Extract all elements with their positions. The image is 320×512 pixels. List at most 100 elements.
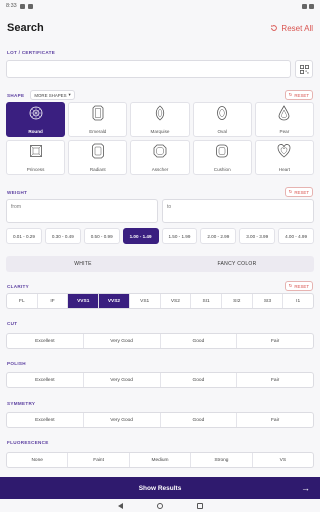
white-toggle[interactable]: WHITE: [6, 256, 160, 272]
clarity-option-fl[interactable]: FL: [7, 294, 38, 308]
weight-range-chip[interactable]: 1.50 - 1.99: [161, 228, 198, 244]
shape-option-radiant[interactable]: Radiant: [68, 140, 128, 175]
cut-section-header: CUT: [7, 321, 313, 326]
symmetry-option-fair[interactable]: Fair: [237, 413, 313, 427]
weight-to-placeholder: to: [167, 204, 172, 210]
clarity-reset-button[interactable]: ↻ RESET: [284, 281, 313, 291]
asscher-shape-icon: [153, 143, 167, 164]
oval-shape-icon: [215, 105, 229, 126]
weight-range-chip[interactable]: 4.00 - 4.99: [278, 228, 314, 244]
clarity-option-si2[interactable]: SI2: [222, 294, 253, 308]
battery-icon: [309, 3, 314, 9]
shape-option-label: Cushion: [213, 167, 231, 172]
fluorescence-option-none[interactable]: None: [7, 453, 69, 467]
fluorescence-option-faint[interactable]: Faint: [68, 453, 130, 467]
cut-option-very-good[interactable]: Very Good: [84, 334, 161, 348]
symmetry-option-excellent[interactable]: Excellent: [7, 413, 84, 427]
cushion-shape-icon: [215, 143, 229, 164]
clarity-option-vvs2[interactable]: VVS2: [99, 294, 130, 308]
clarity-option-vs2[interactable]: VS2: [161, 294, 192, 308]
heart-shape-icon: [277, 143, 291, 164]
system-nav-bar: [0, 499, 320, 512]
weight-inputs: from to: [6, 199, 314, 223]
shape-option-label: Marquise: [150, 129, 170, 134]
weight-from-placeholder: from: [11, 204, 21, 210]
clarity-option-vs1[interactable]: VS1: [130, 294, 161, 308]
symmetry-label: SYMMETRY: [7, 401, 36, 406]
more-shapes-label: MORE SHAPES: [34, 92, 67, 98]
shape-option-label: Asscher: [151, 167, 169, 172]
polish-label: POLISH: [7, 361, 26, 366]
clarity-section-header: CLARITY ↻ RESET: [7, 281, 313, 291]
clarity-options: FL IF VVS1 VVS2 VS1 VS2 SI1 SI2 SI3 I1: [6, 293, 314, 309]
fluorescence-label: FLUORESCENCE: [7, 440, 49, 445]
polish-option-excellent[interactable]: Excellent: [7, 373, 84, 387]
shape-option-princess[interactable]: Princess: [6, 140, 66, 175]
weight-reset-label: RESET: [294, 189, 309, 195]
cut-label: CUT: [7, 321, 18, 326]
clarity-option-vvs1[interactable]: VVS1: [68, 294, 100, 308]
lot-certificate-input[interactable]: [6, 60, 291, 78]
clarity-option-si1[interactable]: SI1: [191, 294, 222, 308]
qr-scan-button[interactable]: [295, 60, 313, 78]
shape-option-label: Pear: [279, 129, 290, 134]
fluorescence-option-vs[interactable]: VS: [253, 453, 313, 467]
shape-option-heart[interactable]: Heart: [254, 140, 314, 175]
weight-range-chip[interactable]: 3.00 - 3.99: [239, 228, 276, 244]
clarity-option-i1[interactable]: I1: [283, 294, 313, 308]
polish-option-very-good[interactable]: Very Good: [84, 373, 161, 387]
shape-option-emerald[interactable]: Emerald: [68, 102, 128, 137]
home-nav-icon[interactable]: [156, 502, 163, 509]
cut-options: Excellent Very Good Good Fair: [6, 333, 314, 349]
pear-shape-icon: [277, 105, 291, 126]
shape-option-asscher[interactable]: Asscher: [130, 140, 190, 175]
weight-reset-button[interactable]: ↻ RESET: [284, 187, 313, 197]
polish-option-fair[interactable]: Fair: [237, 373, 313, 387]
cut-option-excellent[interactable]: Excellent: [7, 334, 84, 348]
weight-to-input[interactable]: to: [162, 199, 314, 223]
clarity-option-si3[interactable]: SI3: [253, 294, 284, 308]
shape-option-oval[interactable]: Oval: [192, 102, 252, 137]
more-shapes-dropdown[interactable]: MORE SHAPES ▾: [30, 90, 75, 100]
status-bar: 8:33: [0, 0, 320, 12]
back-nav-icon[interactable]: [117, 502, 123, 509]
shape-section-header: SHAPE MORE SHAPES ▾ ↻ RESET: [7, 90, 313, 100]
color-type-toggle: WHITE FANCY COLOR: [6, 256, 314, 272]
polish-option-good[interactable]: Good: [161, 373, 238, 387]
weight-from-input[interactable]: from: [6, 199, 158, 223]
symmetry-option-good[interactable]: Good: [161, 413, 238, 427]
symmetry-options: Excellent Very Good Good Fair: [6, 412, 314, 428]
shape-option-marquise[interactable]: Marquise: [130, 102, 190, 137]
app-header: Search Reset All: [0, 12, 320, 44]
fancy-color-toggle[interactable]: FANCY COLOR: [160, 256, 314, 272]
shape-reset-button[interactable]: ↻ RESET: [284, 90, 313, 100]
shape-option-cushion[interactable]: Cushion: [192, 140, 252, 175]
round-shape-icon: [29, 105, 43, 126]
fluorescence-option-strong[interactable]: Strong: [191, 453, 253, 467]
weight-range-chip[interactable]: 0.50 - 0.99: [83, 228, 120, 244]
shape-option-label: Round: [28, 129, 43, 134]
shield-icon: [27, 3, 33, 9]
reset-icon: ↻: [288, 92, 293, 97]
recents-nav-icon[interactable]: [196, 502, 203, 509]
weight-range-chip[interactable]: 1.00 - 1.49: [122, 228, 159, 244]
shape-option-label: Emerald: [89, 129, 107, 134]
shape-option-pear[interactable]: Pear: [254, 102, 314, 137]
reset-icon: ↻: [288, 189, 293, 194]
shape-option-round[interactable]: Round: [6, 102, 66, 137]
reset-all-button[interactable]: Reset All: [270, 24, 313, 33]
weight-range-chip[interactable]: 0.01 - 0.29: [6, 228, 42, 244]
cut-option-good[interactable]: Good: [161, 334, 238, 348]
arrow-right-icon: →: [301, 483, 310, 493]
polish-options: Excellent Very Good Good Fair: [6, 372, 314, 388]
princess-shape-icon: [29, 143, 43, 164]
clarity-option-if[interactable]: IF: [38, 294, 69, 308]
fluorescence-option-medium[interactable]: Medium: [130, 453, 192, 467]
weight-range-chip[interactable]: 0.30 - 0.49: [44, 228, 81, 244]
symmetry-option-very-good[interactable]: Very Good: [84, 413, 161, 427]
wifi-icon: [302, 3, 307, 9]
show-results-button[interactable]: Show Results →: [0, 477, 320, 499]
chevron-down-icon: ▾: [68, 92, 71, 97]
weight-range-chip[interactable]: 2.00 - 2.99: [200, 228, 237, 244]
cut-option-fair[interactable]: Fair: [237, 334, 313, 348]
